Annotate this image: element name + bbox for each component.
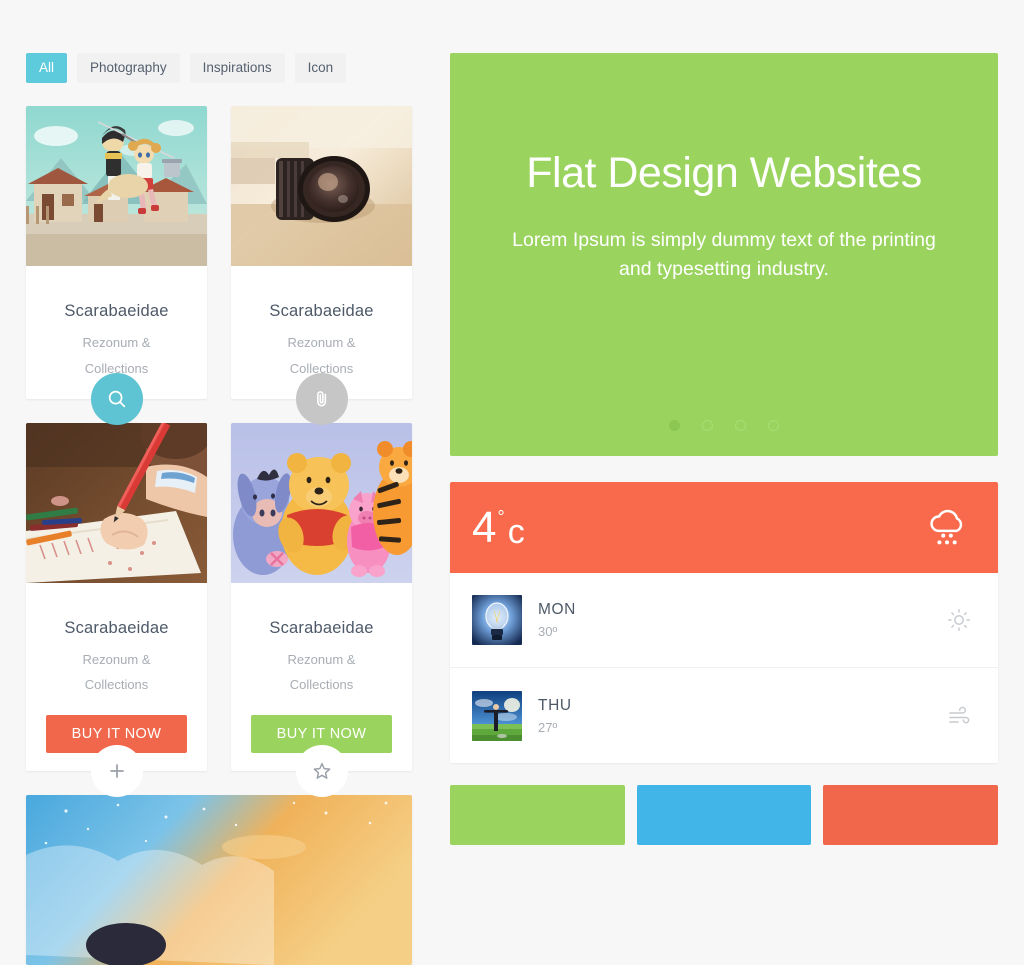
card-item[interactable]: Scarabaeidae Rezonum & Collections xyxy=(231,106,412,425)
bottom-tile-orange[interactable] xyxy=(823,785,999,845)
bottom-tile-blue[interactable] xyxy=(636,785,812,845)
carousel-dots xyxy=(450,420,998,431)
weather-temperature: 4 ° c xyxy=(472,502,525,552)
carousel-dot-1[interactable] xyxy=(669,420,680,431)
wind-icon xyxy=(949,706,970,723)
forecast-thumbnail-light-bulb xyxy=(472,595,522,645)
forecast-info: MON 30º xyxy=(538,601,947,639)
card-subtitle: Rezonum & Collections xyxy=(82,651,151,693)
light-bulb-photo xyxy=(472,595,522,645)
card-favorite-action-button[interactable] xyxy=(295,744,348,797)
card-item[interactable]: Scarabaeidae Rezonum & Collections BUY I… xyxy=(26,422,207,797)
card-subtitle: Rezonum & Collections xyxy=(287,651,356,693)
filter-tab-inspirations[interactable]: Inspirations xyxy=(189,53,285,84)
card-thumbnail-child-drawing xyxy=(26,422,207,583)
anime-village-illustration xyxy=(26,106,207,267)
sun-icon xyxy=(948,609,970,631)
cloud-snow-icon xyxy=(930,509,963,544)
bottom-tile-green[interactable] xyxy=(450,785,625,845)
forecast-temp: 27º xyxy=(538,719,558,735)
filter-tab-all[interactable]: All xyxy=(26,53,68,84)
carousel-dot-3[interactable] xyxy=(735,420,746,431)
card-title: Scarabaeidae xyxy=(64,302,169,321)
carousel-dot-4[interactable] xyxy=(768,420,779,431)
weather-unit: c xyxy=(507,512,525,551)
filter-tab-photography[interactable]: Photography xyxy=(77,53,180,84)
filter-bar: All Photography Inspirations Icon xyxy=(26,53,450,84)
plus-icon xyxy=(109,763,124,778)
weather-degree-symbol: ° xyxy=(497,506,505,527)
hero-title: Flat Design Websites xyxy=(526,149,922,197)
hero-subtitle: Lorem Ipsum is simply dummy text of the … xyxy=(512,229,936,281)
weather-temperature-value: 4 xyxy=(472,502,497,552)
card-thumbnail-camera-lens xyxy=(231,106,412,267)
card-add-action-button[interactable] xyxy=(90,744,143,797)
forecast-temp: 30º xyxy=(538,624,558,639)
camera-lens-photo xyxy=(231,106,412,267)
carousel-dot-2[interactable] xyxy=(702,420,713,431)
search-icon xyxy=(108,390,125,408)
weather-current: 4 ° c xyxy=(450,482,998,573)
card-title: Scarabaeidae xyxy=(64,618,169,637)
child-drawing-with-pencil-photo xyxy=(26,422,207,583)
forecast-day: MON xyxy=(538,601,576,618)
card-title: Scarabaeidae xyxy=(269,618,374,637)
weather-widget: 4 ° c MON 30º THU 27º xyxy=(450,482,998,763)
card-title: Scarabaeidae xyxy=(269,302,374,321)
card-item[interactable]: Scarabaeidae Rezonum & Collections BUY I… xyxy=(231,422,412,797)
forecast-info: THU 27º xyxy=(538,697,947,735)
paperclip-icon xyxy=(316,391,326,407)
card-search-action-button[interactable] xyxy=(90,372,143,425)
page-root: All Photography Inspirations Icon Scarab… xyxy=(0,0,1024,965)
right-column: Flat Design Websites Lorem Ipsum is simp… xyxy=(450,0,1024,845)
card-thumbnail-pooh xyxy=(231,422,412,583)
forecast-thumbnail-man-in-field xyxy=(472,690,522,741)
left-column: All Photography Inspirations Icon Scarab… xyxy=(0,0,450,965)
filter-tab-icon[interactable]: Icon xyxy=(294,53,347,84)
star-icon xyxy=(313,762,330,779)
winnie-the-pooh-characters-illustration xyxy=(231,422,412,583)
card-body: Scarabaeidae Rezonum & Collections BUY I… xyxy=(231,583,412,771)
bottom-tiles xyxy=(450,785,999,845)
card-attachment-action-button[interactable] xyxy=(295,372,348,425)
forecast-row[interactable]: THU 27º xyxy=(450,668,998,763)
hero-banner: Flat Design Websites Lorem Ipsum is simp… xyxy=(450,53,998,456)
card-body: Scarabaeidae Rezonum & Collections BUY I… xyxy=(26,583,207,771)
man-in-field-photo xyxy=(472,690,522,741)
forecast-row[interactable]: MON 30º xyxy=(450,573,998,668)
blue-orange-sky-fantasy-illustration xyxy=(26,794,412,965)
forecast-day: THU xyxy=(538,696,572,714)
card-thumbnail-anime-village xyxy=(26,106,207,267)
wide-card-item[interactable] xyxy=(26,794,412,965)
card-item[interactable]: Scarabaeidae Rezonum & Collections xyxy=(26,106,207,425)
card-grid: Scarabaeidae Rezonum & Collections Scara… xyxy=(26,106,450,797)
